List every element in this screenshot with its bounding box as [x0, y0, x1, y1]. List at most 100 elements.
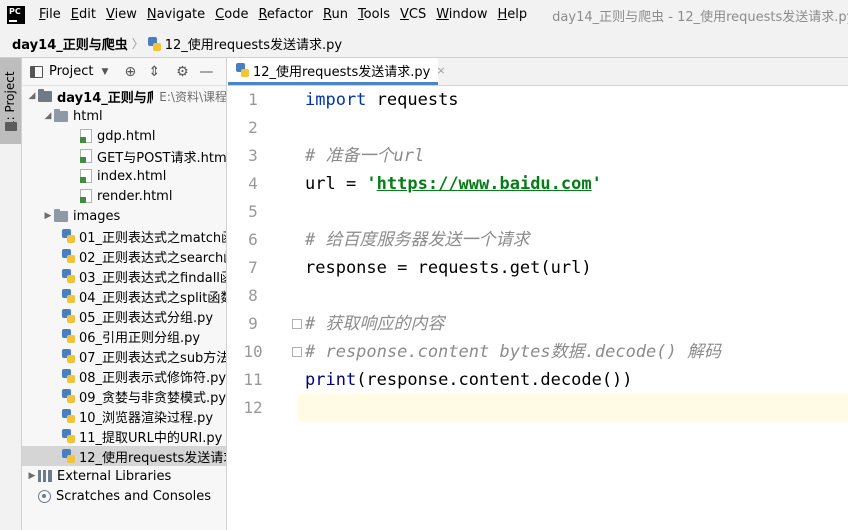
code-comment: # 准备一个url [305, 146, 425, 166]
breadcrumb-file[interactable]: 12_使用requests发送请求.py [147, 34, 343, 53]
project-view-label: Project [49, 64, 94, 79]
tree-item-label: index.html [97, 168, 167, 184]
line-number: 3 [248, 146, 258, 165]
project-view-icon [30, 65, 43, 78]
menu-navigate[interactable]: Navigate [142, 0, 210, 30]
code-line: url = 'https://www.baidu.com' [305, 170, 602, 198]
tree-item[interactable]: 11_提取URL中的URI.py [22, 426, 226, 446]
expand-arrow-icon[interactable]: ◢ [26, 91, 38, 101]
breadcrumb-project[interactable]: day14_正则与爬虫 [12, 34, 128, 53]
code-builtin: print [305, 370, 357, 390]
menu-edit[interactable]: Edit [66, 0, 101, 30]
tree-item[interactable]: 06_引用正则分组.py [22, 326, 226, 346]
gear-icon[interactable]: ⚙ [174, 64, 190, 80]
line-number: 9 [248, 314, 258, 333]
code-comment: # 给百度服务器发送一个请求 [305, 230, 530, 250]
tree-root-path: E:\资料\课程 [159, 89, 227, 104]
tree-item-label: 06_引用正则分组.py [79, 330, 201, 346]
tree-item-label: images [73, 208, 121, 224]
collapsed-arrow-icon[interactable]: ▶ [26, 471, 38, 481]
code-keyword: import [305, 90, 367, 110]
line-number: 4 [248, 174, 258, 193]
window-title: day14_正则与爬虫 - 12_使用requests发送请求.py - PyC… [552, 9, 848, 25]
left-tool-stripe: 1: Project [0, 58, 22, 530]
python-file-icon [62, 249, 75, 263]
python-file-icon [62, 289, 75, 303]
tree-item-label: html [73, 108, 103, 124]
folder-icon [38, 88, 52, 102]
tree-item-label: 01_正则表达式之match函数.py [79, 230, 226, 246]
fold-marker-icon[interactable] [292, 319, 302, 329]
menu-window[interactable]: Window [431, 0, 492, 30]
tree-item[interactable]: 09_贪婪与非贪婪模式.py [22, 386, 226, 406]
code-string-url[interactable]: https://www.baidu.com [377, 174, 592, 194]
tree-item-label: 02_正则表达式之search函数.py [79, 250, 226, 266]
tree-item-label: gdp.html [97, 128, 156, 144]
tree-item[interactable]: 08_正则表示式修饰符.py [22, 366, 227, 386]
code-line: print(response.content.decode()) [305, 366, 633, 394]
tree-item-label: 08_正则表示式修饰符.py [79, 370, 227, 386]
html-file-icon [80, 129, 92, 143]
menu-run[interactable]: Run [318, 0, 353, 30]
locate-target-icon[interactable]: ⊕ [122, 64, 138, 80]
tree-item[interactable]: 10_浏览器渲染过程.py [22, 406, 226, 426]
line-number: 12 [243, 398, 263, 417]
navigation-bar: day14_正则与爬虫 〉 12_使用requests发送请求.py [0, 30, 848, 58]
tree-folder-html[interactable]: ◢ html [22, 106, 226, 126]
tree-item-selected[interactable]: 12_使用requests发送请求.py [22, 446, 226, 466]
menu-code[interactable]: Code [210, 0, 253, 30]
tree-item[interactable]: 05_正则表达式分组.py [22, 306, 226, 326]
python-file-icon [62, 269, 75, 283]
tree-folder-images[interactable]: ▶ images [22, 206, 226, 226]
menu-tools[interactable]: Tools [353, 0, 395, 30]
code-text: (response.content.decode()) [356, 370, 633, 390]
project-view-dropdown[interactable]: Project ▼ [30, 64, 108, 79]
tree-item[interactable]: GET与POST请求.html [22, 146, 226, 166]
python-file-icon [62, 349, 75, 363]
tree-item[interactable]: gdp.html [22, 126, 226, 146]
tree-item[interactable]: 02_正则表达式之search函数.py [22, 246, 226, 266]
tree-item[interactable]: render.html [22, 186, 226, 206]
folder-icon [54, 108, 68, 122]
editor-tab-active[interactable]: 12_使用requests发送请求.py × [228, 58, 446, 85]
tree-item[interactable]: 04_正则表达式之split函数.py [22, 286, 226, 306]
collapse-all-icon[interactable]: ⇕ [146, 64, 162, 80]
scratches-icon [38, 489, 51, 503]
project-tree: ◢ day14_正则与爬虫 E:\资料\课程 ◢ html gdp.html G… [22, 86, 227, 506]
project-tool-label: 1: Project [3, 71, 17, 128]
breadcrumb-file-label: 12_使用requests发送请求.py [164, 38, 343, 53]
menu-view[interactable]: View [101, 0, 142, 30]
tree-external-libraries[interactable]: ▶ External Libraries [22, 466, 226, 486]
tree-item[interactable]: 03_正则表达式之findall函数.py [22, 266, 226, 286]
python-file-icon [62, 369, 75, 383]
tree-item[interactable]: index.html [22, 166, 226, 186]
menu-file[interactable]: File [34, 0, 66, 30]
line-number: 11 [243, 370, 263, 389]
tree-item[interactable]: 07_正则表达式之sub方法.py [22, 346, 227, 366]
code-line: import requests [305, 86, 459, 114]
menu-refactor[interactable]: Refactor [253, 0, 318, 30]
tree-scratches[interactable]: Scratches and Consoles [22, 486, 226, 506]
python-file-icon [62, 309, 75, 323]
project-tool-window-button[interactable]: 1: Project [0, 58, 21, 144]
line-number: 10 [243, 342, 263, 361]
tree-item[interactable]: 01_正则表达式之match函数.py [22, 226, 226, 246]
python-file-icon [62, 329, 75, 343]
menu-bar: PC File Edit View Navigate Code Refactor… [0, 0, 848, 30]
collapsed-arrow-icon[interactable]: ▶ [42, 211, 54, 221]
code-editor[interactable]: 1 2 3 4 5 6 7 8 9 10 11 12 import reques… [228, 86, 848, 530]
code-comment: # 获取响应的内容 [305, 314, 445, 334]
python-file-icon [62, 229, 75, 243]
tree-item-label: 07_正则表达式之sub方法.py [79, 350, 227, 366]
line-number: 6 [248, 230, 258, 249]
line-number: 1 [248, 90, 258, 109]
line-number: 5 [248, 202, 258, 221]
expand-arrow-icon[interactable]: ◢ [42, 111, 54, 121]
menu-vcs[interactable]: VCS [395, 0, 431, 30]
fold-marker-icon[interactable] [292, 347, 302, 357]
close-icon[interactable]: × [436, 64, 445, 77]
tree-root[interactable]: ◢ day14_正则与爬虫 E:\资料\课程 [22, 86, 227, 106]
tree-item-label: 03_正则表达式之findall函数.py [79, 270, 226, 286]
minimize-icon[interactable]: — [198, 64, 214, 80]
menu-help[interactable]: Help [493, 0, 533, 30]
